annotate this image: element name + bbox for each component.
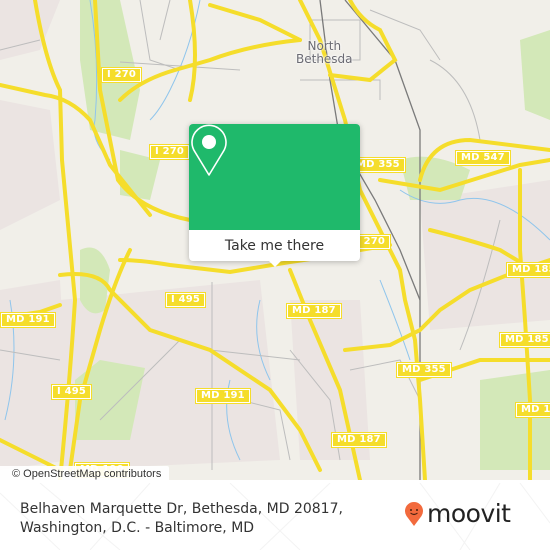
popup-header [189,124,360,230]
moovit-wordmark: moovit [427,499,511,528]
footer: Belhaven Marquette Dr, Bethesda, MD 2081… [0,483,550,550]
road-shield: MD 185 [499,332,550,348]
map-view[interactable]: North Bethesda I 270 I 270 MD 355 MD 547… [0,0,550,480]
road-shield: I 270 [101,67,143,83]
moovit-logo[interactable]: moovit [404,500,511,528]
road-shield: MD 187 [286,303,342,319]
place-label-line: Bethesda [296,52,353,66]
address-text: Belhaven Marquette Dr, Bethesda, MD 2081… [20,500,343,538]
osm-attribution[interactable]: © OpenStreetMap contributors [0,466,170,480]
road-shield: MD 191 [195,388,251,404]
road-shield: MD 191 [0,312,56,328]
road-shield: MD 185 [506,262,550,278]
map-pin-icon [191,124,227,176]
popup-pointer [267,259,283,267]
road-shield: MD 355 [396,362,452,378]
place-label-north-bethesda: North Bethesda [296,40,353,66]
road-shield: MD 187 [331,432,387,448]
road-shield: I 270 [149,144,191,160]
road-shield: MD 547 [455,150,511,166]
take-me-there-button[interactable]: Take me there [189,230,360,261]
address-line-1: Belhaven Marquette Dr, Bethesda, MD 2081… [20,501,343,517]
location-popup: Take me there [189,124,360,267]
road-shield: MD 185 [515,402,550,418]
road-shield: I 495 [51,384,93,400]
road-shield: I 495 [165,292,207,308]
address-line-2: Washington, D.C. - Baltimore, MD [20,520,255,536]
moovit-pin-icon [405,502,423,526]
